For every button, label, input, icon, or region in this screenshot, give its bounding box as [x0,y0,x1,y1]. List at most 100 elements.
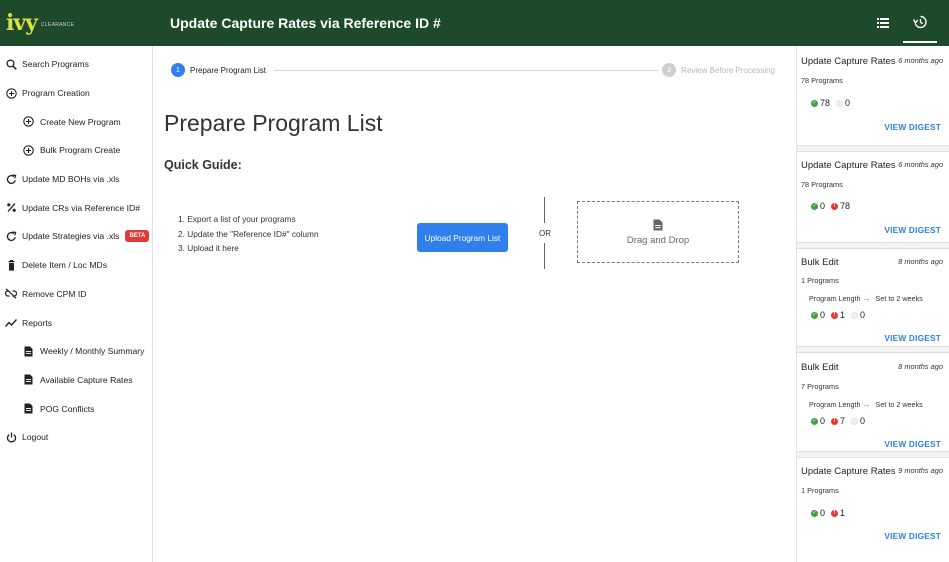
card-timestamp: 6 months ago [898,160,943,169]
sidebar-item-available-capture-rates[interactable]: Available Capture Rates [0,366,152,395]
error-stat: ! 78 [831,201,850,211]
neutral-count: 0 [860,416,866,426]
sidebar-item-label: Weekly / Monthly Summary [40,346,145,357]
view-digest-link[interactable]: VIEW DIGEST [884,225,941,235]
sidebar-item-label: Bulk Program Create [40,145,121,156]
app-logo[interactable]: ivy CLEARANCE [0,12,152,34]
drag-and-drop-zone[interactable]: Drag and Drop [577,201,739,263]
view-digest-link[interactable]: VIEW DIGEST [884,439,941,449]
sidebar-item-label: Reports [22,317,53,328]
file-icon [653,219,663,230]
view-digest-link[interactable]: VIEW DIGEST [884,333,941,343]
neutral-stat: 0 [851,310,865,320]
history-button[interactable] [903,3,937,43]
error-stat: ! 7 [831,416,845,426]
plus-circle-icon [5,87,17,99]
card-timestamp: 8 months ago [898,257,943,266]
card-title: Bulk Edit [801,362,839,373]
neutral-stat: 0 [836,98,850,108]
logo-subtitle: CLEARANCE [40,22,75,28]
card-program-count: 7 Programs [801,382,839,391]
neutral-stat: 0 [851,416,865,426]
success-count: 0 [820,416,826,426]
page-header-title: Update Capture Rates via Reference ID # [170,15,441,31]
sidebar-item-label: Logout [22,432,49,443]
sidebar-item-remove-cpm-id[interactable]: Remove CPM ID [0,280,152,309]
quick-guide-steps: 1. Export a list of your programs 2. Upd… [178,212,319,256]
history-card: Bulk Edit 8 months ago 7 Programs Progra… [797,353,949,452]
upload-program-list-button[interactable]: Upload Program List [417,223,508,252]
error-icon: ! [831,311,839,319]
detail-value: Set to 2 weeks [875,400,923,409]
history-card: Update Capture Rates 6 months ago 78 Pro… [797,152,949,243]
sidebar-item-logout[interactable]: Logout [0,423,152,452]
or-divider: OR [536,197,554,269]
check-icon: ✓ [811,509,818,517]
sidebar-item-label: Remove CPM ID [22,288,87,299]
sidebar-item-label: Program Creation [22,88,90,99]
success-stat: ✓ 0 [811,201,825,211]
card-title: Update Capture Rates [801,466,896,477]
card-stats: ✓ 0 ! 78 [811,201,856,211]
list-view-button[interactable] [869,3,897,43]
success-count: 78 [820,98,831,108]
success-stat: ✓ 78 [811,98,830,108]
divider-line [544,197,545,223]
step-number: 2 [662,63,677,77]
document-icon [22,403,34,415]
card-program-count: 1 Programs [801,486,839,495]
detail-field: Program Length [809,400,861,409]
error-stat: ! 1 [831,310,845,320]
sidebar-item-label: POG Conflicts [40,403,95,414]
beta-badge: BETA [125,230,150,243]
card-title: Update Capture Rates [801,56,896,67]
sidebar-item-reports[interactable]: Reports [0,308,152,337]
list-icon [877,18,889,28]
card-program-count: 1 Programs [801,276,839,285]
sidebar-item-create-new-program[interactable]: Create New Program [0,107,152,136]
view-digest-link[interactable]: VIEW DIGEST [884,122,941,132]
sidebar-item-label: Update MD BOHs via .xls [22,174,120,185]
card-stats: ✓ 0 ! 1 [811,508,851,518]
error-count: 7 [840,416,846,426]
sidebar-item-label: Delete Item / Loc MDs [22,260,108,271]
success-count: 0 [820,201,826,211]
card-stats: ✓ 0 ! 7 0 [811,416,871,426]
document-icon [22,374,34,386]
power-icon [5,431,17,443]
sidebar-item-program-creation[interactable]: Program Creation [0,79,152,108]
or-label: OR [539,229,551,238]
step-label-review-before-processing: Review Before Processing [681,65,775,75]
card-change-detail: Program Length → Set to 2 weeks [809,400,923,409]
sidebar-item-delete-item-loc-mds[interactable]: Delete Item / Loc MDs [0,251,152,280]
success-stat: ✓ 0 [811,416,825,426]
neutral-dot-icon [836,99,844,107]
quick-guide-title: Quick Guide: [164,158,242,172]
history-icon [913,15,927,29]
card-program-count: 78 Programs [801,180,843,189]
view-digest-link[interactable]: VIEW DIGEST [884,531,941,541]
history-card: Bulk Edit 8 months ago 1 Programs Progra… [797,249,949,347]
card-timestamp: 9 months ago [898,466,943,475]
stepper: 1 Prepare Program List 2 Review Before P… [171,62,779,78]
sidebar-item-weekly-monthly-summary[interactable]: Weekly / Monthly Summary [0,337,152,366]
sidebar-item-update-md-bohs[interactable]: Update MD BOHs via .xls [0,165,152,194]
step-connector [274,69,659,71]
arrow-right-icon: → [862,294,871,303]
plus-circle-icon [22,116,34,128]
guide-step: 1. Export a list of your programs [178,214,296,224]
history-card: Update Capture Rates 9 months ago 1 Prog… [797,458,949,548]
history-card: Update Capture Rates 6 months ago 78 Pro… [797,46,949,146]
page-title: Prepare Program List [164,110,383,136]
sidebar-item-bulk-program-create[interactable]: Bulk Program Create [0,136,152,165]
sidebar-item-update-strategies[interactable]: Update Strategies via .xls BETA [0,222,152,251]
sidebar-item-update-crs[interactable]: Update CRs via Reference ID# [0,193,152,222]
divider-line [544,243,545,269]
neutral-dot-icon [851,311,859,319]
sidebar-item-pog-conflicts[interactable]: POG Conflicts [0,394,152,423]
sidebar-item-label: Available Capture Rates [40,374,133,385]
sidebar-item-search-programs[interactable]: Search Programs [0,50,152,79]
link-off-icon [5,288,17,300]
error-count: 78 [840,201,851,211]
error-count: 1 [840,310,846,320]
